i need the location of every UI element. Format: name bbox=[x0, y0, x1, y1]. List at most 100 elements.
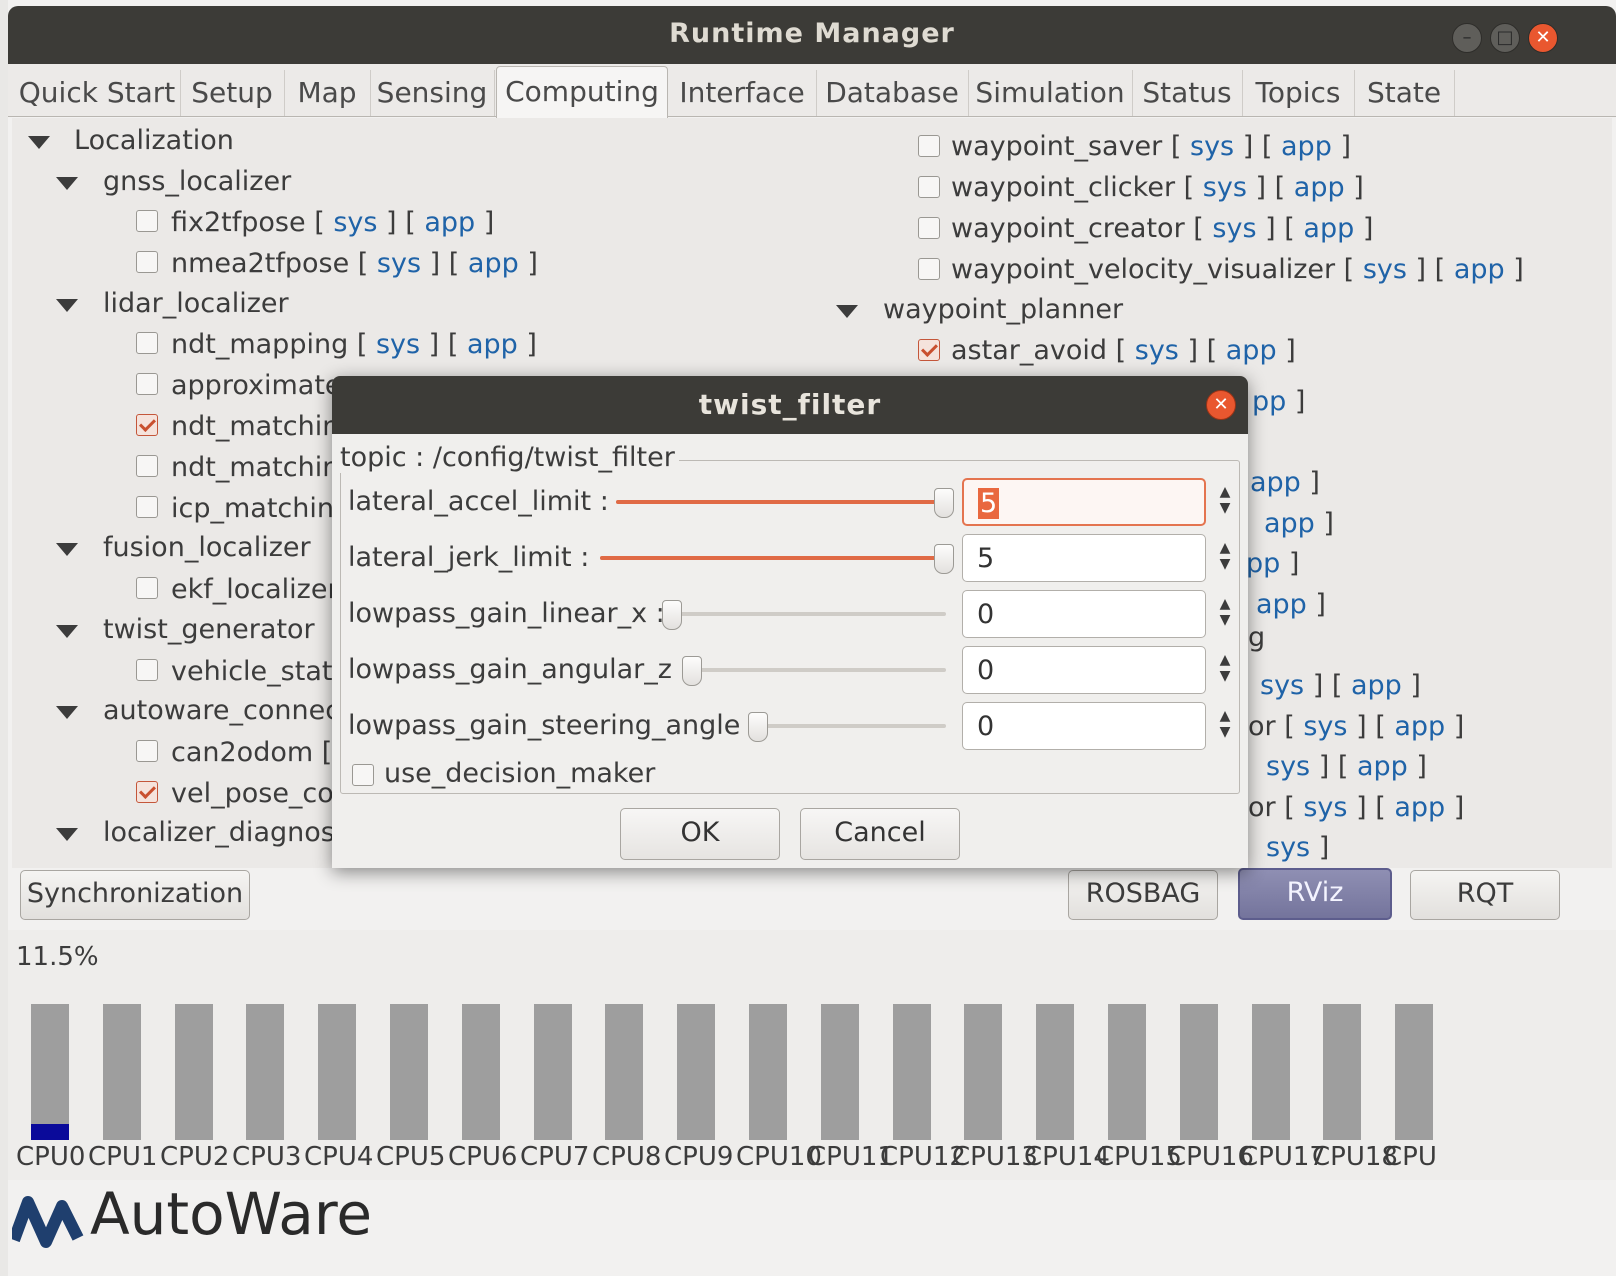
app-link[interactable]: app bbox=[1256, 589, 1307, 620]
app-link[interactable]: app bbox=[1303, 213, 1354, 244]
app-link[interactable]: app bbox=[467, 329, 518, 360]
sys-link[interactable]: sys bbox=[376, 329, 420, 360]
checkbox-waypoint-velocity-visualizer[interactable] bbox=[918, 258, 940, 280]
checkbox-waypoint-saver[interactable] bbox=[918, 135, 940, 157]
checkbox-icp-matching[interactable] bbox=[136, 496, 158, 518]
checkbox-waypoint-creator[interactable] bbox=[918, 217, 940, 239]
sys-link[interactable]: sys bbox=[1266, 832, 1310, 863]
app-link[interactable]: app bbox=[424, 207, 475, 238]
spin-arrows-icon[interactable]: ▲ ▼ bbox=[1214, 708, 1236, 740]
app-link[interactable]: app bbox=[1394, 792, 1445, 823]
slider-handle[interactable] bbox=[934, 544, 954, 574]
tab-interface[interactable]: Interface bbox=[668, 70, 817, 116]
app-link[interactable]: pp bbox=[1252, 386, 1286, 417]
sys-link[interactable]: sys bbox=[1190, 131, 1234, 162]
checkbox-nmea2tfpose[interactable] bbox=[136, 251, 158, 273]
checkbox-vehicle-status[interactable] bbox=[136, 659, 158, 681]
app-link[interactable]: app bbox=[1264, 508, 1315, 539]
app-link[interactable]: app bbox=[1250, 467, 1301, 498]
sys-link[interactable]: sys bbox=[1260, 670, 1304, 701]
lateral-jerk-limit-input[interactable]: 5 bbox=[962, 534, 1206, 582]
cpu-bar bbox=[893, 1004, 931, 1140]
sys-link[interactable]: sys bbox=[1266, 751, 1310, 782]
tab-status[interactable]: Status bbox=[1132, 70, 1243, 116]
app-link[interactable]: app bbox=[1394, 711, 1445, 742]
app-link[interactable]: app bbox=[1294, 172, 1345, 203]
synchronization-button[interactable]: Synchronization bbox=[20, 870, 250, 920]
close-icon[interactable]: ✕ bbox=[1528, 23, 1558, 53]
ok-button[interactable]: OK bbox=[620, 808, 780, 860]
app-link[interactable]: app bbox=[1357, 751, 1408, 782]
tab-sensing[interactable]: Sensing bbox=[370, 70, 495, 116]
expand-arrow-icon[interactable] bbox=[56, 543, 78, 556]
checkbox-ndt-matching-2[interactable] bbox=[136, 455, 158, 477]
app-link[interactable]: app bbox=[1226, 335, 1277, 366]
lowpass-gain-angular-z-input[interactable]: 0 bbox=[962, 646, 1206, 694]
checkbox-ndt-matching[interactable] bbox=[136, 414, 158, 436]
slider-lowpass-gain-angular-z[interactable] bbox=[690, 668, 946, 672]
dialog-close-icon[interactable]: ✕ bbox=[1206, 390, 1236, 420]
checkbox-astar-avoid[interactable] bbox=[918, 339, 940, 361]
sys-link[interactable]: sys bbox=[377, 248, 421, 279]
dialog-titlebar[interactable]: twist_filter ✕ bbox=[332, 376, 1248, 434]
app-link[interactable]: app bbox=[1454, 254, 1505, 285]
sys-link[interactable]: sys bbox=[1303, 711, 1347, 742]
window-titlebar[interactable]: Runtime Manager – □ ✕ bbox=[8, 6, 1616, 64]
tab-map[interactable]: Map bbox=[284, 70, 371, 116]
slider-lowpass-gain-steering-angle[interactable] bbox=[756, 724, 946, 728]
rqt-button[interactable]: RQT bbox=[1410, 870, 1560, 920]
slider-handle[interactable] bbox=[748, 712, 768, 742]
slider-handle[interactable] bbox=[934, 488, 954, 518]
maximize-icon[interactable]: □ bbox=[1490, 23, 1520, 53]
lateral-accel-limit-input[interactable]: 5 bbox=[962, 478, 1206, 526]
checkbox-approximate[interactable] bbox=[136, 373, 158, 395]
sys-link[interactable]: sys bbox=[1303, 792, 1347, 823]
sys-link[interactable]: sys bbox=[1203, 172, 1247, 203]
sys-link[interactable]: sys bbox=[1135, 335, 1179, 366]
tab-setup[interactable]: Setup bbox=[180, 70, 285, 116]
checkbox-ndt-mapping[interactable] bbox=[136, 332, 158, 354]
tab-simulation[interactable]: Simulation bbox=[968, 70, 1133, 116]
tab-database[interactable]: Database bbox=[816, 70, 969, 116]
app-link[interactable]: app bbox=[468, 248, 519, 279]
lowpass-gain-linear-x-input[interactable]: 0 bbox=[962, 590, 1206, 638]
use-decision-maker-checkbox[interactable] bbox=[352, 764, 374, 786]
spin-arrows-icon[interactable]: ▲ ▼ bbox=[1214, 596, 1236, 628]
checkbox-ekf-localizer[interactable] bbox=[136, 577, 158, 599]
expand-arrow-icon[interactable] bbox=[28, 136, 50, 149]
expand-arrow-icon[interactable] bbox=[56, 177, 78, 190]
spin-arrows-icon[interactable]: ▲ ▼ bbox=[1214, 652, 1236, 684]
checkbox-fix2tfpose[interactable] bbox=[136, 210, 158, 232]
sys-link[interactable]: sys bbox=[333, 207, 377, 238]
expand-arrow-icon[interactable] bbox=[56, 299, 78, 312]
app-link[interactable]: pp bbox=[1246, 548, 1280, 579]
tab-topics[interactable]: Topics bbox=[1242, 70, 1355, 116]
slider-lowpass-gain-linear-x[interactable] bbox=[670, 612, 946, 616]
checkbox-waypoint-clicker[interactable] bbox=[918, 176, 940, 198]
lowpass-gain-steering-angle-input[interactable]: 0 bbox=[962, 702, 1206, 750]
slider-lateral-jerk-limit[interactable] bbox=[600, 556, 946, 560]
cpu-label: CPU0 bbox=[16, 1142, 86, 1172]
checkbox-can2odom[interactable] bbox=[136, 740, 158, 762]
cancel-button[interactable]: Cancel bbox=[800, 808, 960, 860]
app-link[interactable]: app bbox=[1351, 670, 1402, 701]
tab-quick-start[interactable]: Quick Start bbox=[14, 70, 181, 116]
slider-handle[interactable] bbox=[662, 600, 682, 630]
expand-arrow-icon[interactable] bbox=[56, 706, 78, 719]
tab-state[interactable]: State bbox=[1354, 70, 1455, 116]
checkbox-vel-pose-connect[interactable] bbox=[136, 781, 158, 803]
tab-computing[interactable]: Computing bbox=[496, 66, 668, 119]
expand-arrow-icon[interactable] bbox=[836, 305, 858, 318]
rviz-button[interactable]: RViz bbox=[1238, 868, 1392, 920]
rosbag-button[interactable]: ROSBAG bbox=[1068, 870, 1218, 920]
slider-handle[interactable] bbox=[682, 656, 702, 686]
app-link[interactable]: app bbox=[1281, 131, 1332, 162]
expand-arrow-icon[interactable] bbox=[56, 828, 78, 841]
sys-link[interactable]: sys bbox=[1212, 213, 1256, 244]
spin-arrows-icon[interactable]: ▲ ▼ bbox=[1214, 484, 1236, 516]
sys-link[interactable]: sys bbox=[1363, 254, 1407, 285]
spin-arrows-icon[interactable]: ▲ ▼ bbox=[1214, 540, 1236, 572]
expand-arrow-icon[interactable] bbox=[56, 625, 78, 638]
minimize-icon[interactable]: – bbox=[1452, 23, 1482, 53]
slider-lateral-accel-limit[interactable] bbox=[616, 500, 946, 504]
